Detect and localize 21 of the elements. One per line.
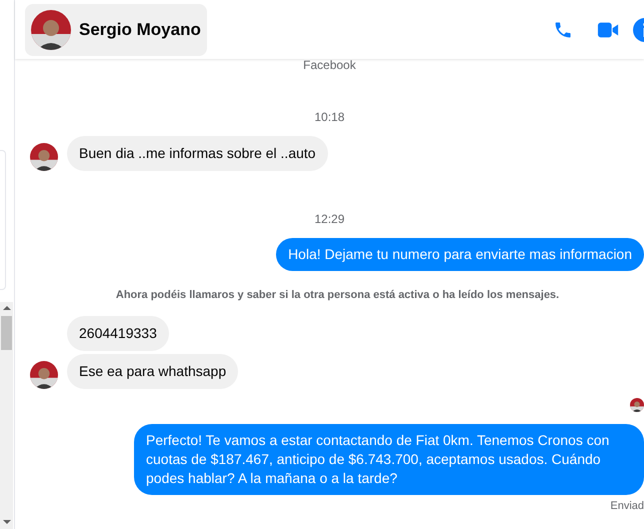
phone-icon[interactable] [553,20,573,40]
seen-avatar [630,398,644,412]
notice-text: Ahora podéis llamaros y saber si la otra persona está activa o ha leído los mensajes. [116,288,560,303]
scroll-up-icon[interactable] [2,306,10,310]
avatar [30,143,58,171]
video-icon[interactable] [597,20,619,38]
scroll-down-icon[interactable] [2,520,10,524]
outgoing-message: Hola! Dejame tu numero para enviarte mas informacion [276,238,644,271]
incoming-message: 2604419333 [67,316,169,350]
contact-name: Sergio Moyano [79,18,201,41]
timestamp: 12:29 [314,211,345,228]
incoming-message: Buen dia ..me informas sobre el ..auto [67,136,328,171]
outgoing-message: Perfecto! Te vamos a estar contactando de Fiat 0km. Tenemos Cronos con cuotas de $187.467, anticipo de $6.743.700, aceptamos usados. Cuándo podes hablar? A la mañana o a la tarde? [134,424,644,494]
status-text: Enviad [610,498,644,514]
avatar [30,360,58,388]
system-text: Facebook [303,59,356,72]
incoming-message: Ese ea para whathsapp [67,354,238,388]
scroll-thumb[interactable] [1,316,12,350]
avatar [31,10,71,50]
timestamp: 10:18 [314,109,345,126]
contact-header[interactable]: Sergio Moyano [25,4,207,56]
